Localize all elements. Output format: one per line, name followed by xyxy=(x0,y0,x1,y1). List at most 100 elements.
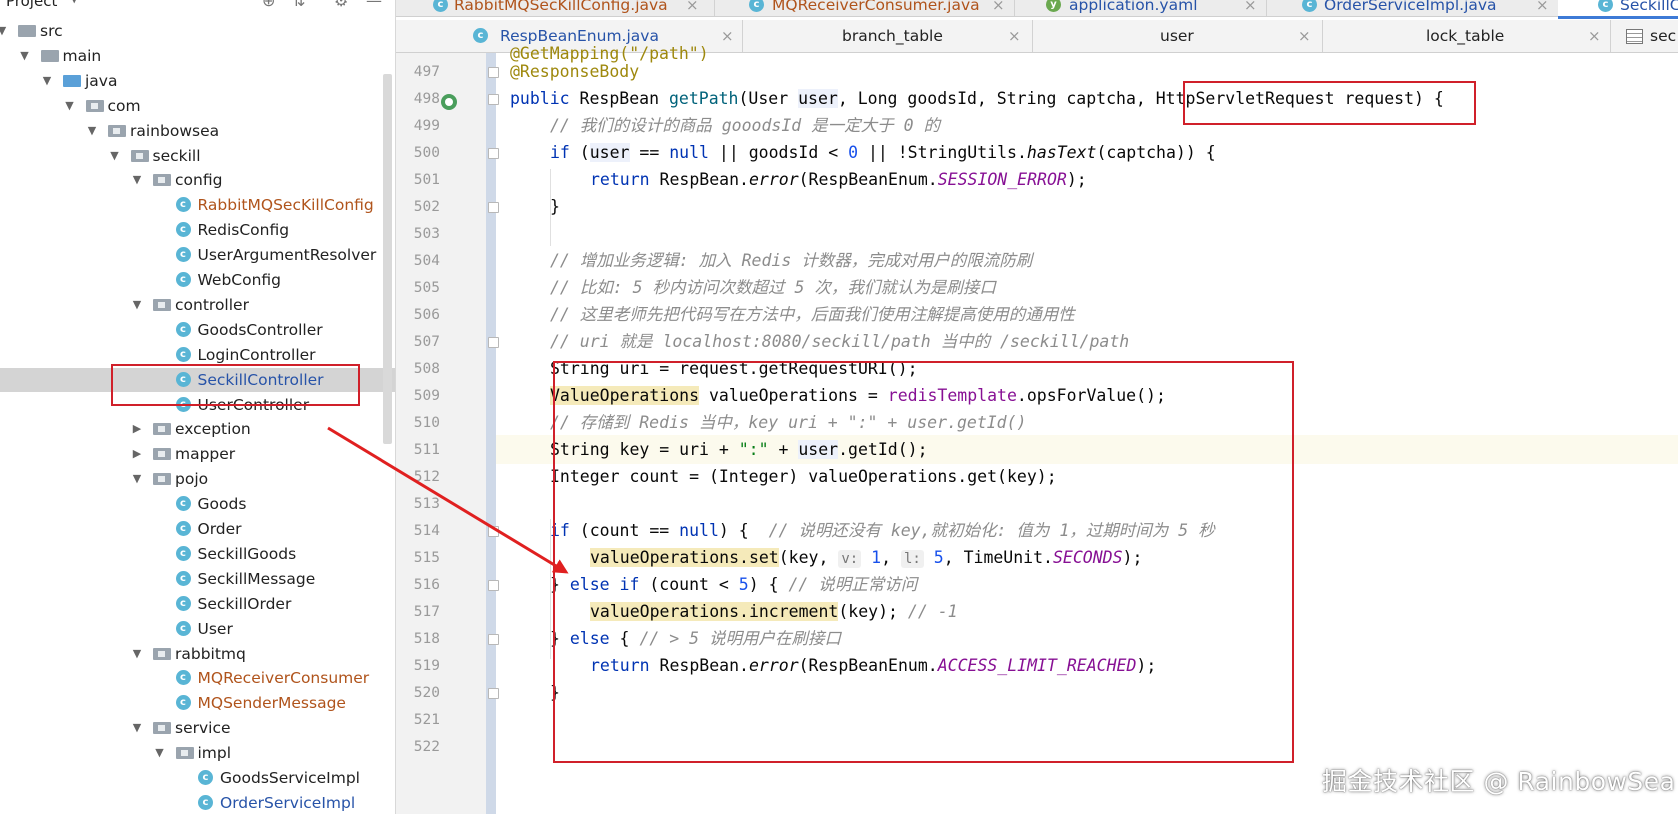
tree-item-folder[interactable]: ▼ main xyxy=(0,44,395,68)
package-icon xyxy=(153,174,171,187)
line-number: 512 xyxy=(413,469,440,485)
annotation-box-rate-limit-code xyxy=(553,361,1294,763)
line-number: 497 xyxy=(413,64,440,80)
tree-item-class[interactable]: c Goods xyxy=(0,492,395,516)
package-icon xyxy=(153,423,171,436)
code-line-497: @ResponseBody xyxy=(510,62,640,81)
expand-arrow-icon[interactable]: ▼ xyxy=(131,716,143,740)
tab-label: MQReceiverConsumer.java xyxy=(772,0,980,14)
tree-item-folder[interactable]: ▼ com xyxy=(0,94,395,118)
expand-arrow-icon[interactable]: ▼ xyxy=(154,741,166,765)
expand-arrow-icon[interactable]: ▼ xyxy=(86,119,98,143)
tree-item-folder[interactable]: ▼ seckill xyxy=(0,144,395,168)
fold-column xyxy=(486,53,496,814)
tree-item-folder[interactable]: ▶ exception xyxy=(0,417,395,441)
expand-arrow-icon[interactable]: ▼ xyxy=(19,44,31,68)
tree-item-class[interactable]: c MQSenderMessage xyxy=(0,691,395,715)
tree-item-class[interactable]: c RabbitMQSecKillConfig xyxy=(0,193,395,217)
tab-application-yaml[interactable]: y application.yaml × xyxy=(1014,0,1267,16)
tree-item-class[interactable]: c SeckillGoods xyxy=(0,542,395,566)
class-icon: c xyxy=(175,521,191,536)
tab-order-service[interactable]: c OrderServiceImpl.java × xyxy=(1266,0,1559,16)
line-number: 504 xyxy=(413,253,440,269)
line-number: 507 xyxy=(413,334,440,350)
tree-item-class[interactable]: c OrderServiceImpl xyxy=(0,791,395,814)
tree-item-folder[interactable]: ▶ mapper xyxy=(0,442,395,466)
line-number: 501 xyxy=(413,172,440,188)
tree-item-folder[interactable]: ▼ impl xyxy=(0,741,395,765)
tree-item-folder[interactable]: ▼ pojo xyxy=(0,467,395,491)
collapse-all-icon[interactable]: ⇅ xyxy=(292,0,305,10)
line-number: 522 xyxy=(413,739,440,755)
tab-rabbitmq-config[interactable]: c RabbitMQSecKillConfig.java × xyxy=(396,0,715,16)
code-line-504: // 增加业务逻辑: 加入 Redis 计数器，完成对用户的限流防刷 xyxy=(550,251,1033,270)
class-icon: c xyxy=(175,670,191,686)
tree-item-class[interactable]: c SeckillMessage xyxy=(0,567,395,591)
tree-item-label: RedisConfig xyxy=(197,221,290,240)
collapse-arrow-icon[interactable]: ▶ xyxy=(131,442,143,466)
close-icon[interactable]: × xyxy=(1244,0,1257,14)
tree-item-label: pojo xyxy=(175,470,209,489)
class-icon: c xyxy=(175,272,191,287)
tree-item-class[interactable]: c GoodsController xyxy=(0,318,395,342)
tree-item-folder[interactable]: ▼ rabbitmq xyxy=(0,642,395,666)
class-icon: c xyxy=(175,222,191,238)
chevron-down-icon[interactable]: ▼ xyxy=(70,0,78,5)
project-view-selector[interactable]: Project xyxy=(6,0,57,10)
folder-icon xyxy=(18,25,36,37)
tree-item-class[interactable]: c WebConfig xyxy=(0,268,395,292)
class-icon: c xyxy=(175,197,191,213)
line-number: 510 xyxy=(413,415,440,431)
collapse-arrow-icon[interactable]: ▶ xyxy=(131,417,143,441)
class-icon: c xyxy=(175,346,191,362)
class-icon: c xyxy=(175,595,191,611)
line-number: 498 xyxy=(413,91,440,107)
tree-item-class[interactable]: c UserArgumentResolver xyxy=(0,243,395,267)
tree-item-folder[interactable]: ▼ rainbowsea xyxy=(0,119,395,143)
expand-arrow-icon[interactable]: ▼ xyxy=(131,168,143,192)
tree-item-class[interactable]: c MQReceiverConsumer xyxy=(0,666,395,690)
hide-icon[interactable]: — xyxy=(366,0,382,10)
class-icon: c xyxy=(473,28,488,43)
tree-scrollbar[interactable] xyxy=(383,74,392,444)
tree-item-class[interactable]: c Order xyxy=(0,517,395,541)
close-icon[interactable]: × xyxy=(992,0,1005,14)
tree-item-class[interactable]: c SeckillOrder xyxy=(0,592,395,616)
tree-item-label: java xyxy=(85,71,118,90)
tree-item-class[interactable]: c GoodsServiceImpl xyxy=(0,766,395,790)
line-number: 521 xyxy=(413,712,440,728)
locate-icon[interactable]: ⊕ xyxy=(262,0,275,10)
expand-arrow-icon[interactable]: ▼ xyxy=(131,293,143,317)
tree-item-label: src xyxy=(40,22,63,40)
tree-item-class[interactable]: c User xyxy=(0,617,395,641)
tree-item-label: main xyxy=(62,46,102,65)
expand-arrow-icon[interactable]: ▼ xyxy=(0,19,8,43)
expand-arrow-icon[interactable]: ▼ xyxy=(109,144,121,168)
tree-item-folder[interactable]: ▼ src xyxy=(0,19,395,43)
folder-icon xyxy=(40,49,59,62)
line-number: 519 xyxy=(413,658,440,674)
line-number: 516 xyxy=(413,577,440,593)
project-header: Project ▼ ⊕ ⇅ ⚙ — xyxy=(0,0,395,14)
class-icon: c xyxy=(175,321,191,337)
tree-item-folder[interactable]: ▼ controller xyxy=(0,293,395,317)
tree-item-label: mapper xyxy=(175,445,236,464)
tree-item-folder[interactable]: ▼ java xyxy=(0,69,395,93)
class-icon: c xyxy=(175,496,191,512)
close-icon[interactable]: × xyxy=(686,0,699,14)
spring-endpoint-icon[interactable] xyxy=(441,94,457,110)
tree-item-class[interactable]: c RedisConfig xyxy=(0,218,395,242)
tab-seckill-controller[interactable]: c SeckillC xyxy=(1558,0,1678,19)
tab-mq-receiver[interactable]: c MQReceiverConsumer.java × xyxy=(714,0,1015,16)
expand-arrow-icon[interactable]: ▼ xyxy=(131,642,143,666)
yaml-icon: y xyxy=(1046,0,1061,12)
expand-arrow-icon[interactable]: ▼ xyxy=(131,467,143,491)
tree-item-folder[interactable]: ▼ config xyxy=(0,168,395,192)
gear-icon[interactable]: ⚙ xyxy=(334,0,348,10)
package-icon xyxy=(153,722,171,735)
line-number: 500 xyxy=(413,145,440,161)
tree-item-folder[interactable]: ▼ service xyxy=(0,716,395,740)
close-icon[interactable]: × xyxy=(1536,0,1549,14)
expand-arrow-icon[interactable]: ▼ xyxy=(41,69,53,93)
expand-arrow-icon[interactable]: ▼ xyxy=(64,94,76,118)
